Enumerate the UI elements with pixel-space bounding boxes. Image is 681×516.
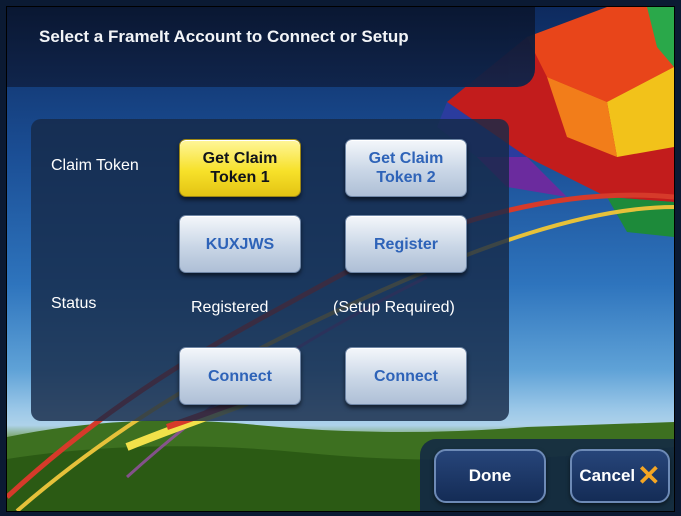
claim-token-label: Claim Token	[51, 157, 139, 174]
connect-account-1-button[interactable]: Connect	[179, 347, 301, 405]
app-frame: Select a FrameIt Account to Connect or S…	[6, 6, 675, 512]
page-title: Select a FrameIt Account to Connect or S…	[39, 27, 409, 46]
action-bar: Done Cancel ✕	[420, 439, 674, 511]
account-2-status: (Setup Required)	[333, 299, 455, 316]
connect-account-2-button[interactable]: Connect	[345, 347, 467, 405]
account-1-status: Registered	[191, 299, 269, 316]
status-label: Status	[51, 295, 97, 312]
done-button[interactable]: Done	[434, 449, 546, 503]
token-kuxjws-button[interactable]: KUXJWS	[179, 215, 301, 273]
done-label: Done	[468, 466, 512, 485]
get-claim-token-2-button[interactable]: Get Claim Token 2	[345, 139, 467, 197]
cancel-label: Cancel	[579, 466, 636, 485]
register-button[interactable]: Register	[345, 215, 467, 273]
get-claim-token-1-button[interactable]: Get Claim Token 1	[179, 139, 301, 197]
x-icon: ✕	[637, 460, 661, 491]
title-bar: Select a FrameIt Account to Connect or S…	[7, 7, 535, 87]
account-panel: Claim Token Status Get Claim Token 1 KUX…	[31, 119, 509, 421]
cancel-button[interactable]: Cancel ✕	[570, 449, 670, 503]
